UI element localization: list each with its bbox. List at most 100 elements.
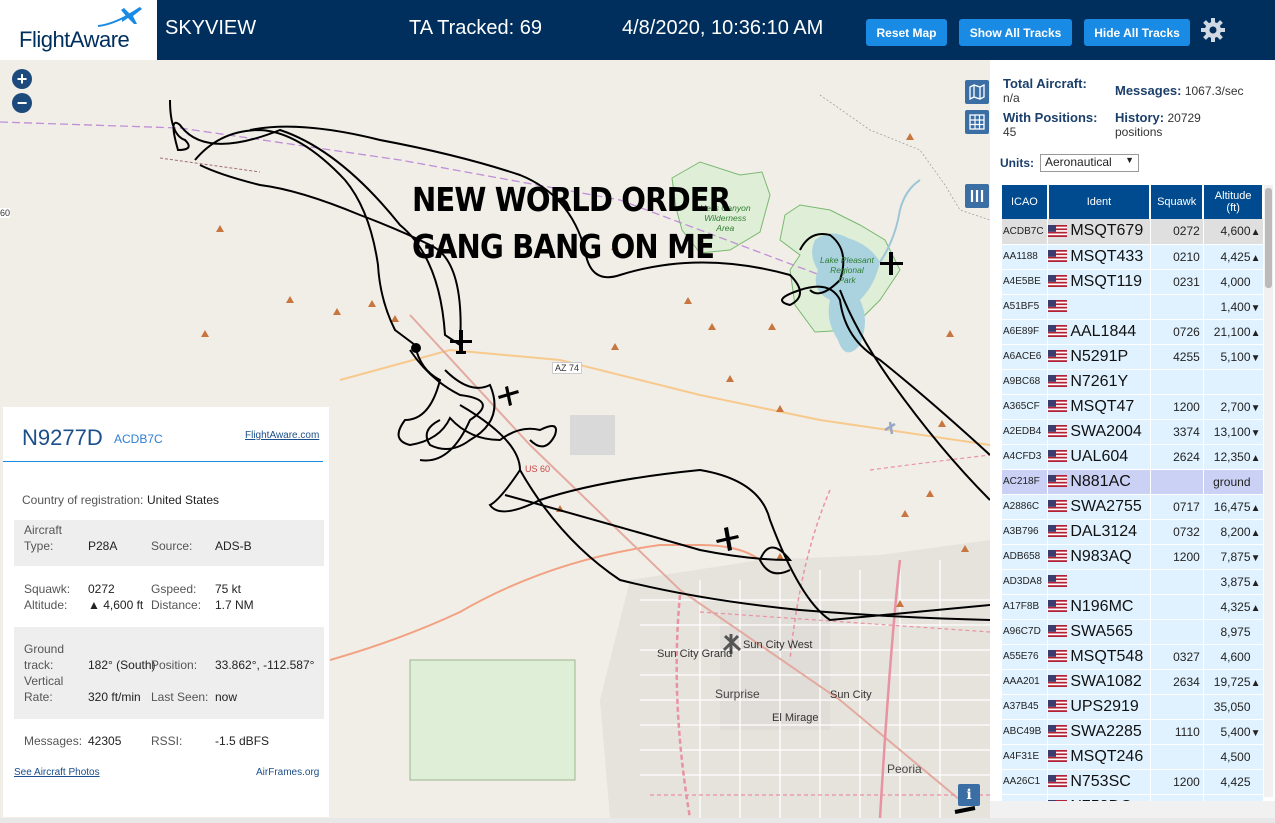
units-select[interactable]: Aeronautical ▼ bbox=[1040, 154, 1139, 172]
cell-ident: SWA2285 bbox=[1047, 719, 1151, 745]
map-overlay-text: NEW WORLD ORDER GANG BANG ON ME bbox=[412, 180, 731, 266]
trend-arrow-icon: ▲ bbox=[1250, 527, 1261, 539]
aircraft-type-value: P28A bbox=[88, 539, 118, 553]
table-row[interactable]: A96C7D SWA565 8,975 bbox=[1002, 619, 1264, 645]
map-layers-button[interactable] bbox=[965, 80, 989, 104]
cell-icao: A51BF5 bbox=[1002, 294, 1049, 320]
hide-all-tracks-button[interactable]: Hide All Tracks bbox=[1084, 19, 1190, 46]
cell-icao: AA1188 bbox=[1002, 244, 1049, 270]
map-grid-button[interactable] bbox=[965, 110, 989, 134]
us-flag-icon bbox=[1048, 750, 1068, 763]
table-row[interactable]: A365CF MSQT47 1200 2,700▼ bbox=[1002, 394, 1264, 420]
table-row[interactable]: A4CFD3 UAL604 2624 12,350▲ bbox=[1002, 444, 1264, 470]
trend-arrow-icon: ▲ bbox=[1250, 452, 1261, 464]
cell-altitude: 16,475▲ bbox=[1203, 494, 1264, 520]
table-row[interactable]: AC218F N881AC ground bbox=[1002, 469, 1264, 495]
cell-altitude: 4,425 bbox=[1203, 769, 1264, 795]
cell-icao: AAA201 bbox=[1002, 669, 1049, 695]
site-name: SKYVIEW bbox=[165, 17, 257, 39]
flightaware-logo[interactable]: FlightAware bbox=[0, 0, 157, 60]
us-flag-icon bbox=[1048, 600, 1068, 613]
messages-rate: Messages: 1067.3/sec bbox=[1115, 83, 1244, 99]
label-sun-city-grand: Sun City Grand bbox=[657, 648, 733, 660]
cell-icao: A96C7D bbox=[1002, 619, 1049, 645]
table-row[interactable]: A2EDB4 SWA2004 3374 13,100▼ bbox=[1002, 419, 1264, 445]
col-ident[interactable]: Ident bbox=[1047, 185, 1152, 219]
table-row[interactable]: AAA201 SWA1082 2634 19,725▲ bbox=[1002, 669, 1264, 695]
label-surprise: Surprise bbox=[715, 687, 760, 701]
cell-ident: MSQT246 bbox=[1047, 744, 1151, 770]
trend-arrow-icon: ▼ bbox=[1250, 727, 1261, 739]
aircraft-photos-link[interactable]: See Aircraft Photos bbox=[14, 767, 100, 778]
aircraft-icon-faint[interactable] bbox=[884, 421, 896, 435]
lastseen-value: now bbox=[215, 690, 238, 704]
trend-arrow-icon: ▲ bbox=[1250, 327, 1261, 339]
cell-altitude: 4,325▲ bbox=[1203, 594, 1264, 620]
scrollbar-thumb[interactable] bbox=[1265, 188, 1272, 288]
info-button[interactable]: i bbox=[958, 784, 980, 806]
zoom-in-button[interactable]: + bbox=[12, 69, 32, 89]
table-row[interactable]: A55E76 MSQT548 0327 4,600 bbox=[1002, 644, 1264, 670]
cell-squawk: 2634 bbox=[1150, 669, 1204, 695]
us-flag-icon bbox=[1048, 700, 1068, 713]
flightaware-link[interactable]: FlightAware.com bbox=[245, 430, 319, 441]
table-row[interactable]: A6ACE6 N5291P 4255 5,100▼ bbox=[1002, 344, 1264, 370]
table-row[interactable]: ACDB7C MSQT679 0272 4,600▲ bbox=[1002, 219, 1264, 245]
table-row[interactable]: A2886C SWA2755 0717 16,475▲ bbox=[1002, 494, 1264, 520]
cell-altitude: 8,200▲ bbox=[1203, 519, 1264, 545]
horizontal-scrollbar[interactable] bbox=[990, 801, 1275, 818]
trend-arrow-icon: ▼ bbox=[1250, 427, 1261, 439]
table-row[interactable]: AD3DA8 3,875▲ bbox=[1002, 569, 1264, 595]
us-flag-icon bbox=[1048, 525, 1068, 538]
cell-ident: UPS2919 bbox=[1047, 694, 1151, 720]
us-flag-icon bbox=[1048, 450, 1068, 463]
lastseen-label: Last Seen: bbox=[151, 690, 209, 704]
table-row[interactable]: A3B796 DAL3124 0732 8,200▲ bbox=[1002, 519, 1264, 545]
us-flag-icon bbox=[1048, 300, 1068, 313]
zoom-out-button[interactable]: − bbox=[12, 93, 32, 113]
aircraft-dot-icon[interactable] bbox=[411, 343, 421, 353]
us-flag-icon bbox=[1048, 625, 1068, 638]
col-squawk[interactable]: Squawk bbox=[1150, 185, 1205, 219]
table-row[interactable]: A4E5BE MSQT119 0231 4,000 bbox=[1002, 269, 1264, 295]
table-row[interactable]: AA26C1 N753SC 1200 4,425 bbox=[1002, 769, 1264, 795]
cell-ident: DAL3124 bbox=[1047, 519, 1151, 545]
aircraft-registration: N9277D bbox=[22, 425, 103, 450]
gspeed-label: Gspeed: bbox=[151, 582, 197, 596]
us-flag-icon bbox=[1048, 650, 1068, 663]
gear-icon[interactable] bbox=[1200, 17, 1226, 43]
reset-map-button[interactable]: Reset Map bbox=[866, 19, 947, 46]
cell-ident: N983AQ bbox=[1047, 544, 1151, 570]
col-icao[interactable]: ICAO bbox=[1002, 185, 1049, 219]
table-row[interactable]: A37B45 UPS2919 35,050 bbox=[1002, 694, 1264, 720]
cell-squawk: 1200 bbox=[1150, 544, 1204, 570]
table-row[interactable]: ADB658 N983AQ 1200 7,875▼ bbox=[1002, 544, 1264, 570]
col-altitude[interactable]: Altitude (ft) bbox=[1203, 185, 1264, 219]
us-flag-icon bbox=[1048, 550, 1068, 563]
aircraft-icon[interactable] bbox=[498, 386, 519, 406]
cell-icao: A17F8B bbox=[1002, 594, 1049, 620]
airframes-link[interactable]: AirFrames.org bbox=[256, 767, 319, 778]
cell-squawk: 3374 bbox=[1150, 419, 1204, 445]
cell-squawk bbox=[1150, 744, 1204, 770]
squawk-value: 0272 bbox=[88, 582, 115, 596]
us-flag-icon bbox=[1048, 775, 1068, 788]
table-row[interactable]: A9BC68 N7261Y bbox=[1002, 369, 1264, 395]
table-row[interactable]: A4F31E MSQT246 4,500 bbox=[1002, 744, 1264, 770]
aircraft-info-panel: N9277D ACDB7C FlightAware.com Country of… bbox=[3, 407, 329, 817]
aircraft-sidebar: Total Aircraft: n/a Messages: 1067.3/sec … bbox=[990, 60, 1275, 818]
aircraft-icon[interactable] bbox=[716, 527, 739, 551]
table-row[interactable]: A51BF5 1,400▼ bbox=[1002, 294, 1264, 320]
cell-icao: ABC49B bbox=[1002, 719, 1049, 745]
position-value: 33.862°, -112.587° bbox=[215, 658, 315, 672]
column-toggle-button[interactable] bbox=[965, 184, 989, 208]
cell-icao: A4E5BE bbox=[1002, 269, 1049, 295]
show-all-tracks-button[interactable]: Show All Tracks bbox=[959, 19, 1072, 46]
trend-arrow-icon: ▲ bbox=[1250, 502, 1261, 514]
cell-icao: ADB658 bbox=[1002, 544, 1049, 570]
table-row[interactable]: AA1188 MSQT433 0210 4,425▲ bbox=[1002, 244, 1264, 270]
table-row[interactable]: A17F8B N196MC 4,325▲ bbox=[1002, 594, 1264, 620]
trend-arrow-icon: ▼ bbox=[1250, 302, 1261, 314]
table-row[interactable]: A6E89F AAL1844 0726 21,100▲ bbox=[1002, 319, 1264, 345]
table-row[interactable]: ABC49B SWA2285 1110 5,400▼ bbox=[1002, 719, 1264, 745]
